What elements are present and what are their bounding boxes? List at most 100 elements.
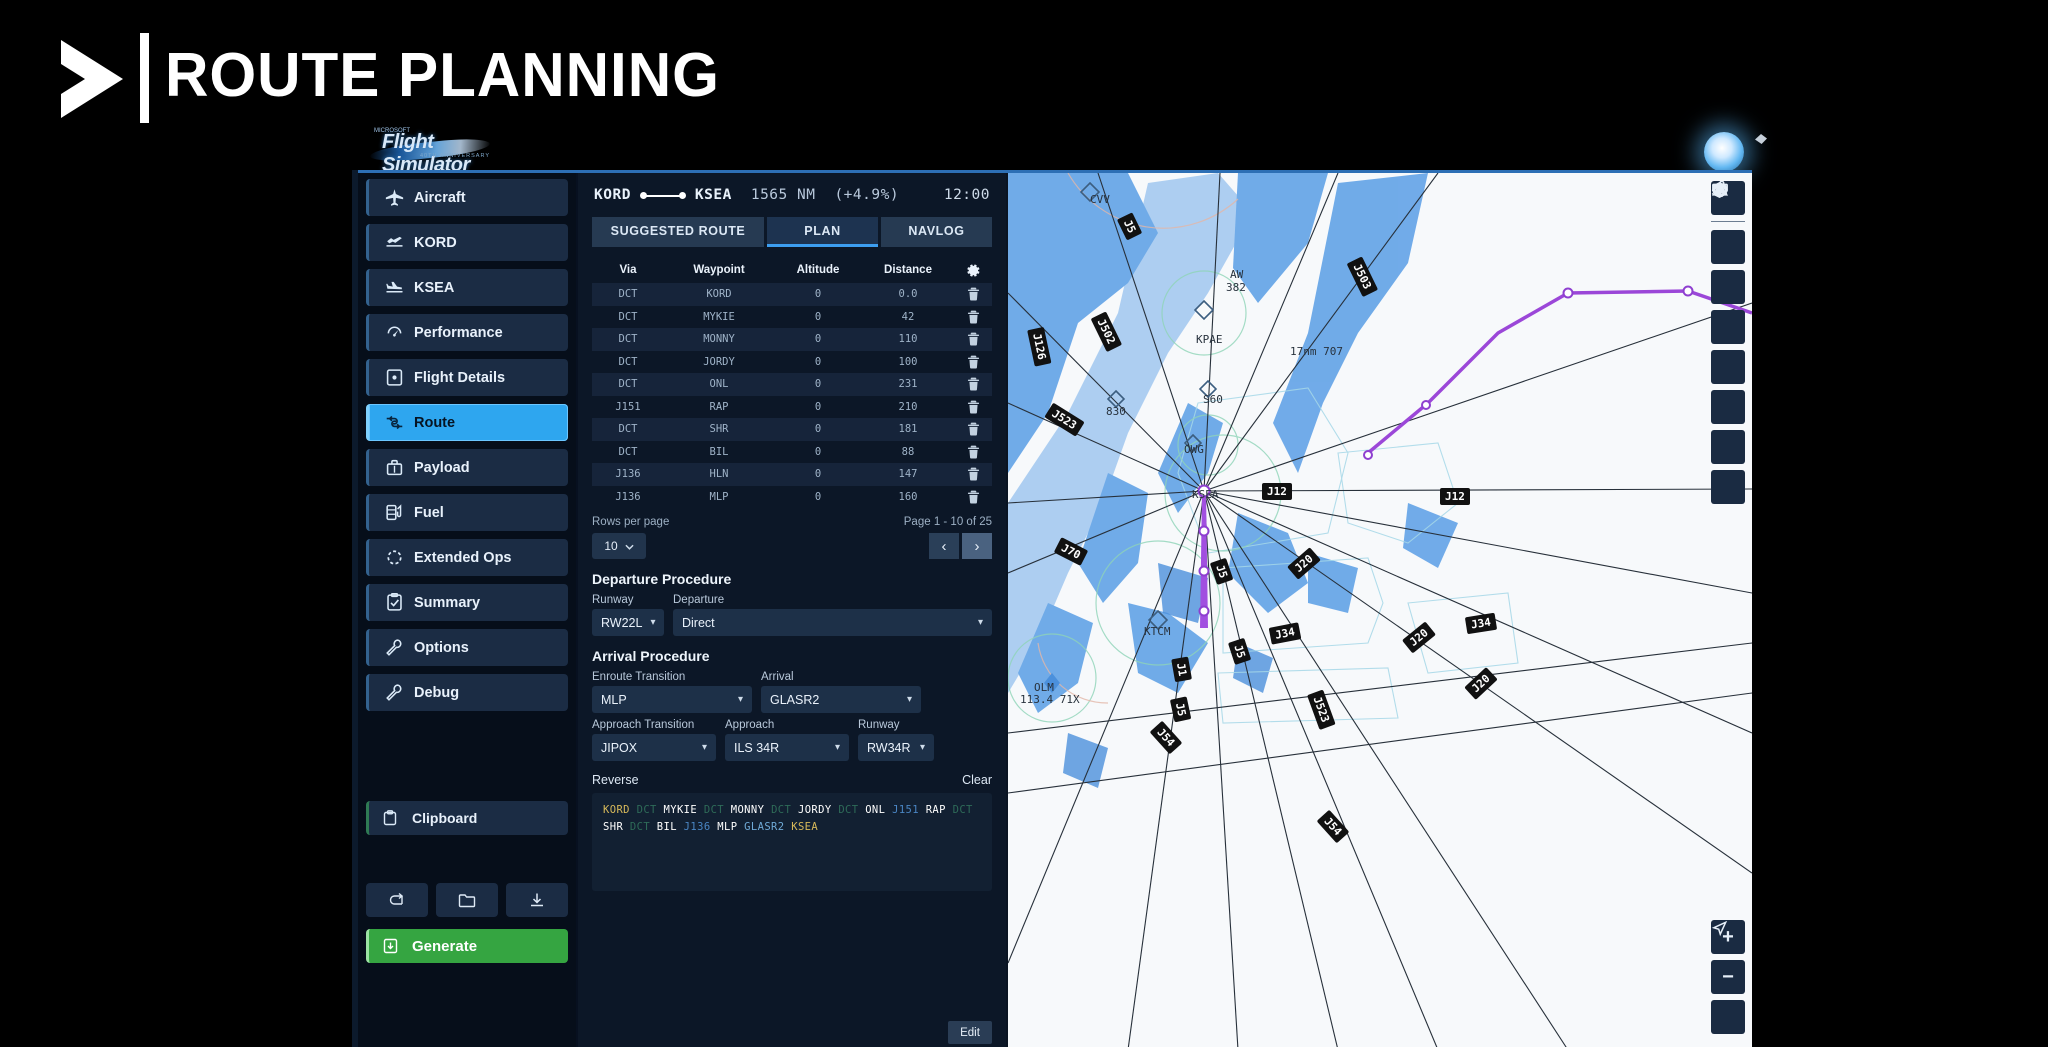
sidebar-item-extended-ops[interactable]: Extended Ops <box>366 539 568 576</box>
target-icon[interactable] <box>1711 270 1745 304</box>
tab-navlog[interactable]: NAVLOG <box>881 217 992 247</box>
enroute-transition-label: Enroute Transition <box>592 671 752 683</box>
airway-label: J12 <box>1440 488 1470 505</box>
departure-procedure-select[interactable]: Direct▾ <box>673 609 992 636</box>
clear-button[interactable]: Clear <box>962 773 992 787</box>
table-row[interactable]: DCTBIL088 <box>592 441 992 464</box>
ruler-icon[interactable] <box>1711 390 1745 424</box>
map-view[interactable]: J5J503J126J502J523J70J12J12J5J20J34J34J2… <box>1008 173 1752 1047</box>
weather-icon[interactable] <box>1711 470 1745 504</box>
sidebar-item-route[interactable]: Route <box>366 404 568 441</box>
route-distance-delta: (+4.9%) <box>834 187 899 203</box>
table-row[interactable]: DCTMYKIE042 <box>592 306 992 329</box>
sidebar-item-label: Debug <box>414 685 459 701</box>
cell-altitude: 0 <box>774 288 862 300</box>
destination-code: KSEA <box>695 187 732 203</box>
approach-select[interactable]: ILS 34R▾ <box>725 734 849 761</box>
rows-per-page-label: Rows per page <box>592 516 669 528</box>
trash-icon[interactable] <box>954 400 992 414</box>
approach-transition-select[interactable]: JIPOX▾ <box>592 734 716 761</box>
sidebar-item-clipboard[interactable]: Clipboard <box>366 801 568 835</box>
table-row[interactable]: DCTSHR0181 <box>592 418 992 441</box>
map-label: 113.4 71X <box>1020 693 1080 706</box>
cell-waypoint: MLP <box>664 491 774 503</box>
folder-icon[interactable] <box>436 883 498 917</box>
enroute-transition-select[interactable]: MLP▾ <box>592 686 752 713</box>
sidebar-item-kord[interactable]: KORD <box>366 224 568 261</box>
trash-icon[interactable] <box>954 355 992 369</box>
generate-icon <box>383 938 403 954</box>
circle-dashed-icon[interactable] <box>1711 350 1745 384</box>
trash-icon[interactable] <box>954 445 992 459</box>
map-label: 382 <box>1226 281 1246 294</box>
table-row[interactable]: DCTMONNY0110 <box>592 328 992 351</box>
arrival-select[interactable]: GLASR2▾ <box>761 686 921 713</box>
table-row[interactable]: DCTONL0231 <box>592 373 992 396</box>
tab-suggested-route[interactable]: SUGGESTED ROUTE <box>592 217 764 247</box>
arrival-label: Arrival <box>761 671 921 683</box>
cell-via: J136 <box>592 468 664 480</box>
map-label: KPAE <box>1196 333 1223 346</box>
trash-icon[interactable] <box>954 490 992 504</box>
sidebar-item-label: KORD <box>414 235 457 251</box>
trash-icon[interactable] <box>954 287 992 301</box>
trash-icon[interactable] <box>954 422 992 436</box>
sidebar-item-aircraft[interactable]: Aircraft <box>366 179 568 216</box>
edit-button[interactable]: Edit <box>948 1021 992 1044</box>
table-settings-button[interactable] <box>954 263 992 278</box>
trash-icon[interactable] <box>954 332 992 346</box>
arrival-procedure-section: Arrival Procedure Enroute Transition MLP… <box>592 648 992 761</box>
departure-runway-select[interactable]: RW22L▾ <box>592 609 664 636</box>
sidebar-item-summary[interactable]: Summary <box>366 584 568 621</box>
arrival-runway-select[interactable]: RW34R▾ <box>858 734 934 761</box>
zoom-out-button[interactable]: − <box>1711 960 1745 994</box>
navigate-icon[interactable] <box>1711 1000 1745 1034</box>
next-page-button[interactable]: › <box>962 533 992 559</box>
toolbar-divider <box>1711 221 1745 222</box>
cell-via: DCT <box>592 356 664 368</box>
sidebar-item-fuel[interactable]: Fuel <box>366 494 568 531</box>
map-label: 830 <box>1106 405 1126 418</box>
table-row[interactable]: J136MLP0160 <box>592 486 992 509</box>
map-label: OWG <box>1184 443 1204 456</box>
prev-page-button[interactable]: ‹ <box>929 533 959 559</box>
trash-icon[interactable] <box>954 377 992 391</box>
app-window: Aircraft KORD KSEA Performance Flight Detail… <box>358 170 1752 1047</box>
import-icon[interactable] <box>366 883 428 917</box>
performance-icon <box>383 323 405 343</box>
route-string-box[interactable]: KORD DCT MYKIE DCT MONNY DCT JORDY DCT O… <box>592 793 992 891</box>
map-toolbar <box>1711 181 1745 510</box>
route-token: SHR <box>603 821 630 833</box>
cell-via: DCT <box>592 446 664 458</box>
waypoint-icon[interactable] <box>1711 230 1745 264</box>
sidebar-item-debug[interactable]: Debug <box>366 674 568 711</box>
table-row[interactable]: J136HLN0147 <box>592 463 992 486</box>
glow-orb <box>1704 132 1744 172</box>
generate-button[interactable]: Generate <box>366 929 568 963</box>
table-row[interactable]: DCTJORDY0100 <box>592 351 992 374</box>
cell-waypoint: SHR <box>664 423 774 435</box>
trash-icon[interactable] <box>954 310 992 324</box>
reverse-button[interactable]: Reverse <box>592 773 639 787</box>
cell-distance: 42 <box>862 311 954 323</box>
tab-plan[interactable]: PLAN <box>767 217 878 247</box>
cell-via: DCT <box>592 311 664 323</box>
sidebar-item-ksea[interactable]: KSEA <box>366 269 568 306</box>
sidebar-item-flight-details[interactable]: Flight Details <box>366 359 568 396</box>
download-icon[interactable] <box>506 883 568 917</box>
cell-distance: 0.0 <box>862 288 954 300</box>
rows-per-page-select[interactable]: 10 <box>592 533 646 559</box>
trash-icon[interactable] <box>954 467 992 481</box>
route-token: MLP <box>717 821 744 833</box>
wind-icon[interactable] <box>1711 430 1745 464</box>
terrain-icon[interactable] <box>1711 310 1745 344</box>
cell-distance: 110 <box>862 333 954 345</box>
table-row[interactable]: DCTKORD00.0 <box>592 283 992 306</box>
route-token: MONNY <box>731 804 771 816</box>
sidebar-item-options[interactable]: Options <box>366 629 568 666</box>
sidebar-item-performance[interactable]: Performance <box>366 314 568 351</box>
cell-altitude: 0 <box>774 378 862 390</box>
sidebar-item-payload[interactable]: Payload <box>366 449 568 486</box>
map-label: AW <box>1230 268 1243 281</box>
table-row[interactable]: J151RAP0210 <box>592 396 992 419</box>
